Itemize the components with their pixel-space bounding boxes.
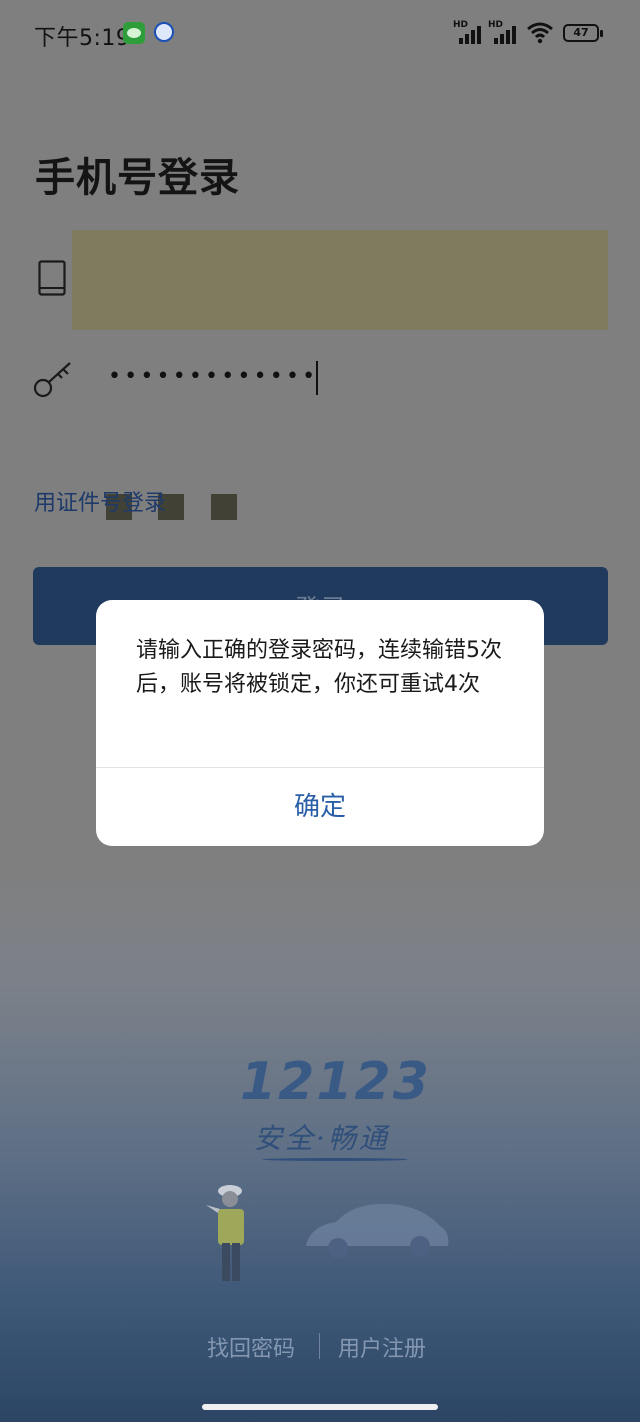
divider (319, 1333, 320, 1359)
masked-digit-block (211, 494, 237, 520)
bottom-links: 找回密码 用户注册 (0, 1331, 640, 1363)
cellular-signal-icon: HD (453, 20, 485, 44)
hd-label-2: HD (488, 20, 504, 30)
phone-number-field[interactable] (72, 230, 608, 520)
battery-icon: 47 (563, 24, 603, 42)
alert-dialog: 请输入正确的登录密码，连续输错5次后，账号将被锁定，你还可重试4次 确定 (96, 600, 544, 846)
text-cursor (316, 361, 318, 395)
register-link[interactable]: 用户注册 (338, 1331, 426, 1363)
dialog-message: 请输入正确的登录密码，连续输错5次后，账号将被锁定，你还可重试4次 (136, 638, 502, 697)
key-icon (33, 362, 71, 398)
car-illustration (306, 1203, 449, 1258)
page-title: 手机号登录 (35, 155, 240, 201)
logo-number: 12123 (240, 1052, 431, 1112)
message-notification-icon (154, 22, 174, 42)
hd-label: HD (453, 20, 469, 30)
status-time: 下午5:19 (34, 26, 131, 51)
wechat-notification-icon (123, 22, 145, 44)
login-screen: 下午5:19 HD HD 47 手机号登录 ••••••••••••• 用证件号… (0, 0, 640, 1422)
logo-slogan: 安全·畅通 (254, 1122, 390, 1155)
id-login-link[interactable]: 用证件号登录 (34, 485, 166, 517)
confirm-button[interactable]: 确定 (96, 768, 544, 846)
password-field[interactable]: ••••••••••••• (108, 364, 318, 389)
traffic-police-illustration (206, 1185, 244, 1281)
recover-password-link[interactable]: 找回密码 (207, 1331, 295, 1363)
cellular-signal-icon-2: HD (488, 20, 520, 44)
status-bar: 下午5:19 HD HD 47 (0, 0, 640, 68)
logo-underline (262, 1158, 408, 1161)
phone-icon (38, 260, 66, 296)
home-indicator[interactable] (202, 1404, 438, 1410)
wifi-icon (527, 22, 553, 44)
